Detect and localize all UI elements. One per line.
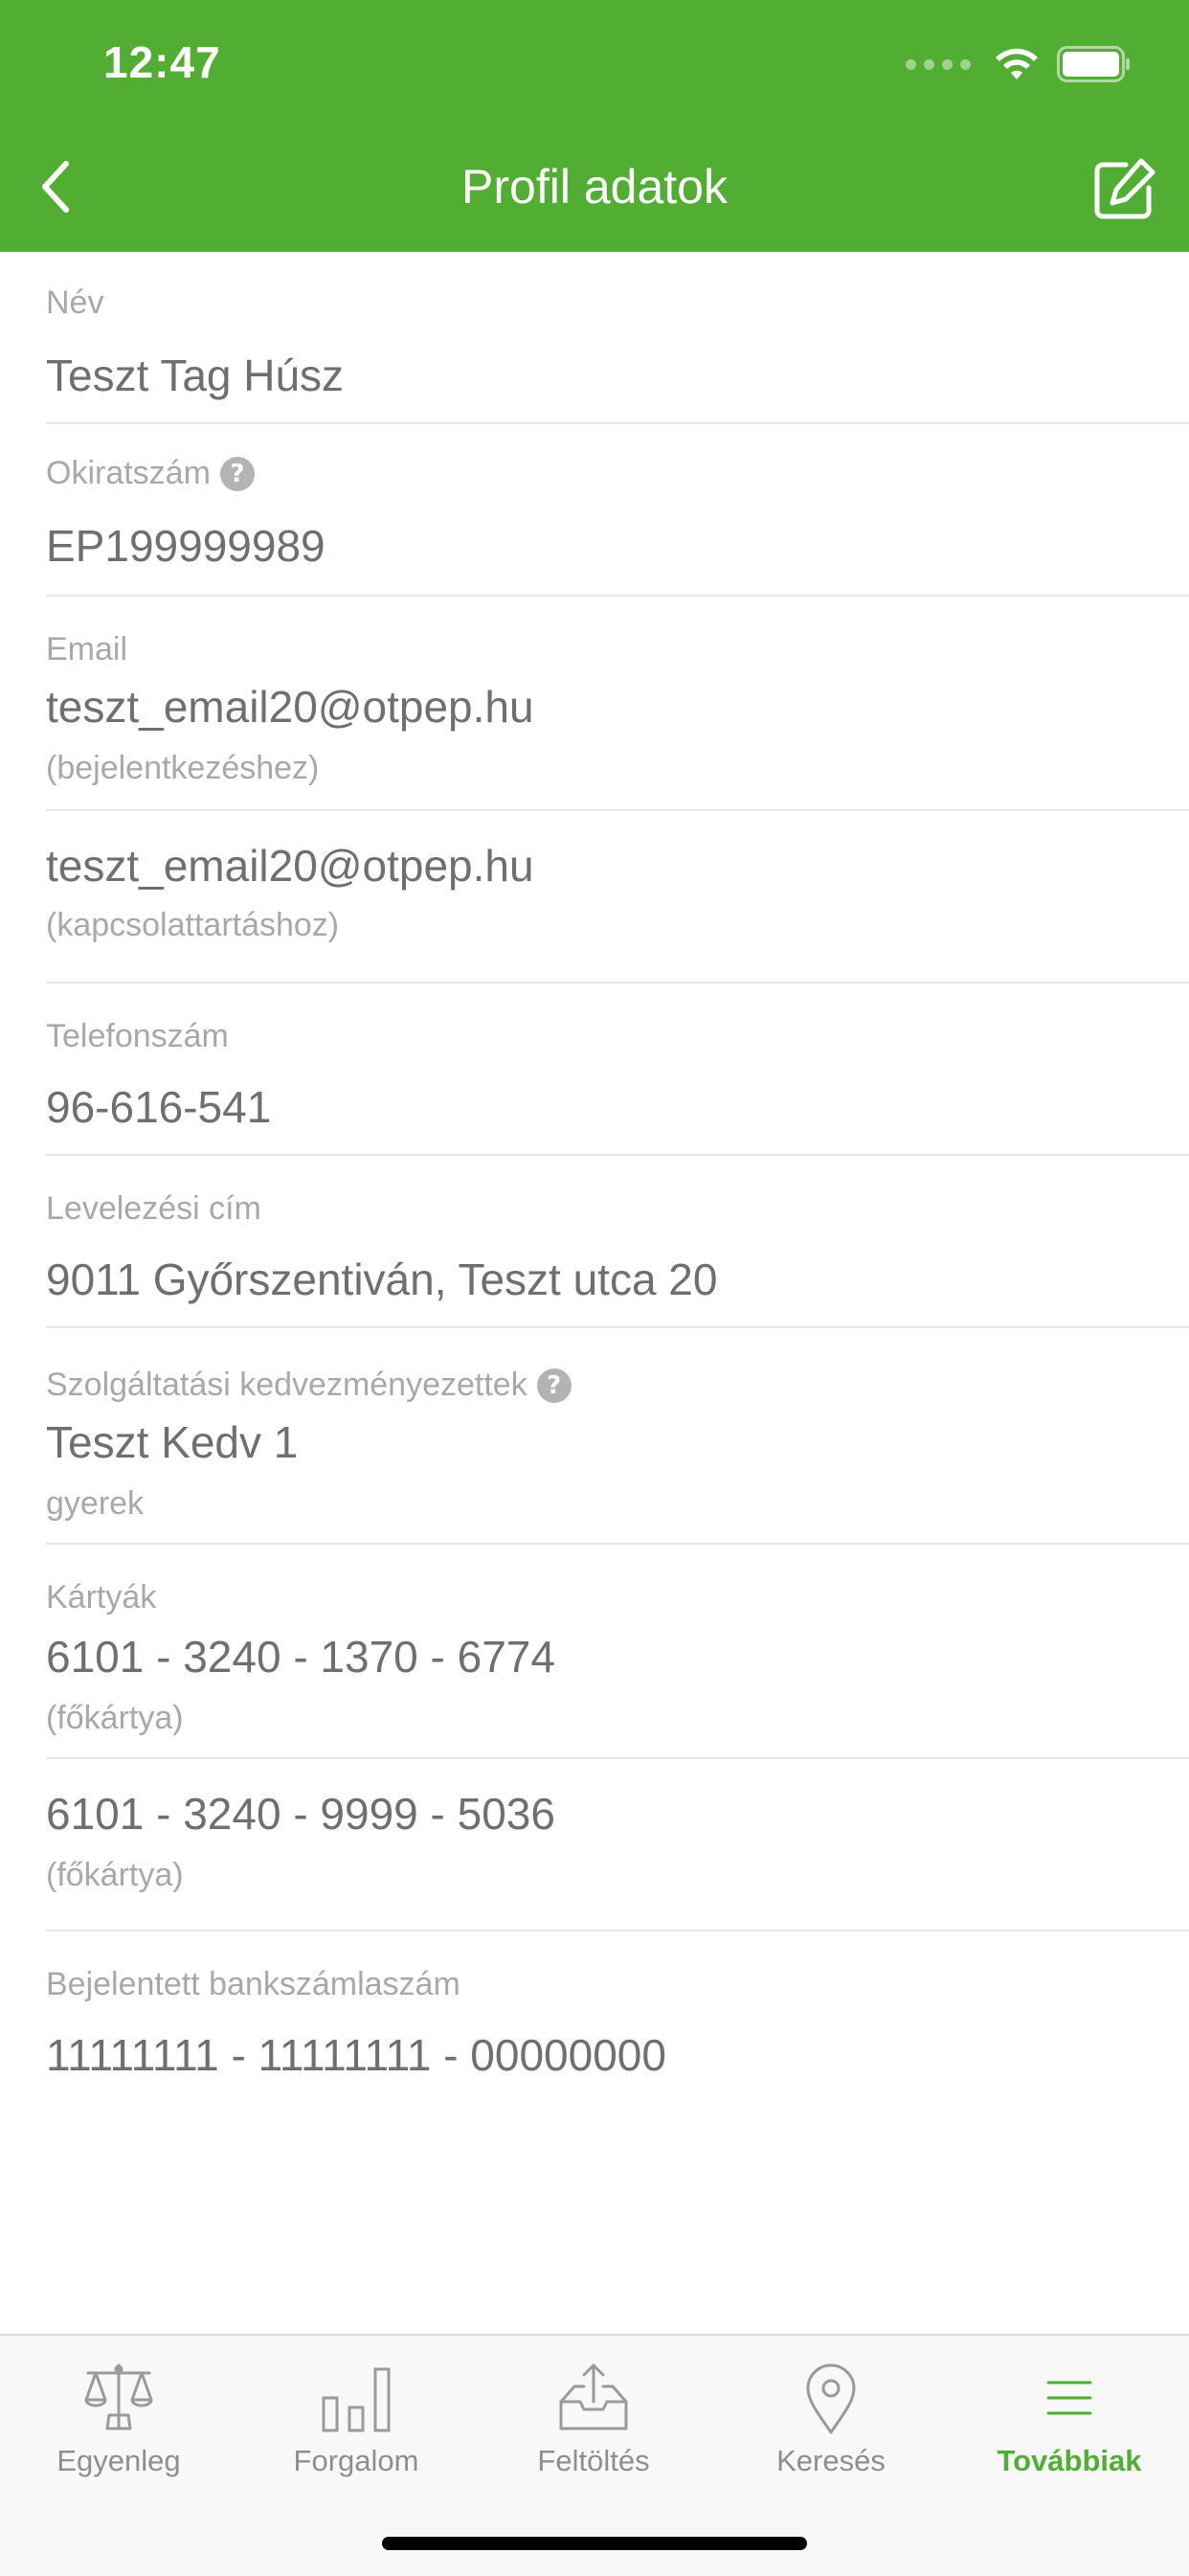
balance-scale-icon — [84, 2363, 153, 2430]
email-login-value: teszt_email20@otpep.hu — [46, 682, 534, 732]
cards-label: Kártyák — [46, 1579, 157, 1616]
name-label: Név — [46, 284, 104, 321]
tab-label: Továbbiak — [997, 2444, 1142, 2477]
tab-label: Keresés — [776, 2444, 886, 2477]
tab-egyenleg[interactable]: Egyenleg — [0, 2336, 237, 2527]
phone-field: Telefonszám 96-616-541 — [46, 983, 1189, 1156]
card-type: (főkártya) — [46, 1700, 184, 1736]
email-contact-note: (kapcsolattartáshoz) — [46, 907, 340, 943]
email-contact-value: teszt_email20@otpep.hu — [46, 841, 534, 891]
card-type: (főkártya) — [46, 1857, 184, 1893]
help-icon[interactable]: ? — [219, 456, 255, 491]
tab-bar: Egyenleg Forgalom Feltöltés Keresés Tová… — [0, 2334, 1189, 2576]
wifi-icon — [996, 48, 1038, 79]
beneficiaries-field: Szolgáltatási kedvezményezettek ? Teszt … — [46, 1328, 1189, 1545]
bar-chart-icon — [322, 2367, 391, 2432]
bank-account-label: Bejelentett bankszámlaszám — [46, 1966, 460, 2002]
email-contact-field: teszt_email20@otpep.hu (kapcsolattartásh… — [46, 811, 1189, 983]
tab-forgalom[interactable]: Forgalom — [237, 2336, 475, 2527]
email-login-note: (bejelentkezéshez) — [46, 750, 320, 786]
bank-account-field: Bejelentett bankszámlaszám 11111111 - 11… — [46, 1932, 1189, 2102]
phone-label: Telefonszám — [46, 1018, 229, 1054]
tab-tovabbiak[interactable]: Továbbiak — [950, 2336, 1189, 2527]
app-header: 12:47 Profil adatok — [0, 0, 1189, 252]
beneficiaries-label: Szolgáltatási kedvezményezettek — [46, 1367, 527, 1403]
tab-label: Egyenleg — [56, 2444, 181, 2477]
location-pin-icon — [806, 2363, 856, 2434]
mailing-address-field: Levelezési cím 9011 Győrszentiván, Teszt… — [46, 1156, 1189, 1328]
upload-tray-icon — [559, 2363, 628, 2430]
menu-icon — [1046, 2381, 1092, 2415]
email-login-field: Email teszt_email20@otpep.hu (bejelentke… — [46, 597, 1189, 811]
card-number: 6101 - 3240 - 9999 - 5036 — [46, 1789, 555, 1839]
beneficiaries-label-row: Szolgáltatási kedvezményezettek ? — [46, 1367, 572, 1404]
battery-icon — [1057, 46, 1130, 82]
card-field: 6101 - 3240 - 9999 - 5036 (főkártya) — [46, 1759, 1189, 1932]
card-number: 6101 - 3240 - 1370 - 6774 — [46, 1632, 555, 1682]
name-value: Teszt Tag Húsz — [46, 350, 345, 400]
name-field: Név Teszt Tag Húsz — [46, 252, 1189, 424]
document-number-label-row: Okiratszám ? — [46, 455, 255, 492]
chevron-left-icon — [42, 161, 69, 213]
tab-kereses[interactable]: Keresés — [712, 2336, 950, 2527]
mailing-address-label: Levelezési cím — [46, 1190, 261, 1227]
beneficiary-name: Teszt Kedv 1 — [46, 1417, 299, 1467]
home-indicator — [382, 2537, 807, 2550]
status-icons — [906, 42, 1132, 86]
phone-value: 96-616-541 — [46, 1082, 272, 1132]
help-icon[interactable]: ? — [536, 1367, 572, 1403]
mailing-address-value: 9011 Győrszentiván, Teszt utca 20 — [46, 1254, 718, 1304]
status-time: 12:47 — [103, 37, 221, 87]
document-number-value: EP199999989 — [46, 521, 325, 571]
tab-feltoltes[interactable]: Feltöltés — [475, 2336, 712, 2527]
tab-label: Forgalom — [293, 2444, 419, 2477]
tab-label: Feltöltés — [537, 2444, 650, 2477]
page-title: Profil adatok — [461, 160, 728, 214]
edit-icon — [1094, 158, 1155, 219]
document-number-field: Okiratszám ? EP199999989 — [46, 424, 1189, 597]
bank-account-value: 11111111 - 11111111 - 00000000 — [46, 2030, 666, 2080]
cards-field: Kártyák 6101 - 3240 - 1370 - 6774 (főkár… — [46, 1545, 1189, 1759]
edit-profile-button[interactable] — [1089, 153, 1160, 224]
email-label: Email — [46, 631, 128, 667]
beneficiary-relation: gyerek — [46, 1485, 145, 1522]
back-button[interactable] — [29, 153, 82, 220]
cellular-signal-icon — [906, 58, 971, 70]
document-number-label: Okiratszám — [46, 455, 211, 491]
